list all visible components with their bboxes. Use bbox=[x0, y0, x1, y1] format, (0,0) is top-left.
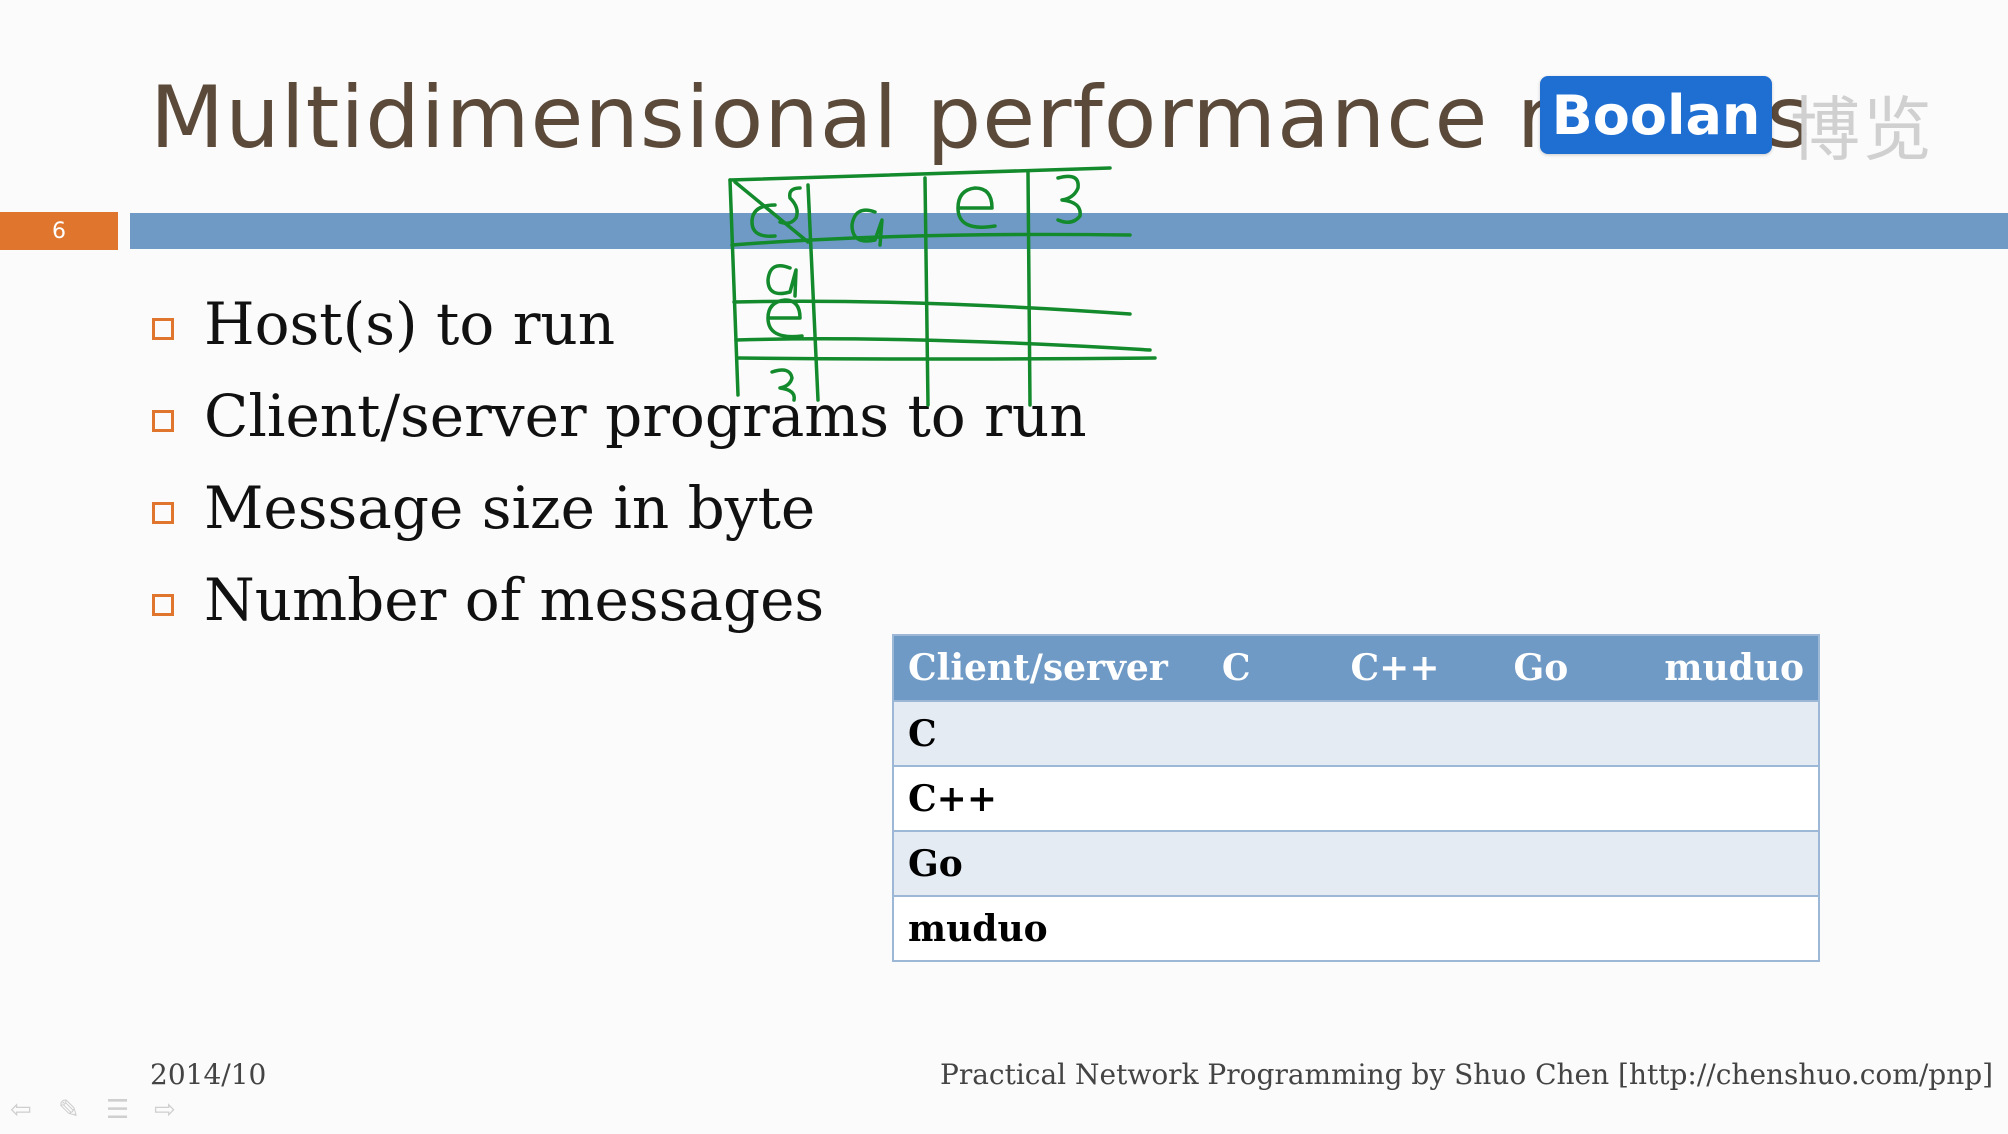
table-header-cell: C bbox=[1207, 636, 1337, 701]
bullet-square-icon bbox=[152, 318, 174, 340]
bullet-item: Message size in byte bbox=[152, 462, 1087, 554]
forward-arrow-icon[interactable]: ⇨ bbox=[154, 1097, 184, 1123]
boolan-logo: Boolan bbox=[1540, 76, 1772, 154]
table-header-cell: C++ bbox=[1336, 636, 1500, 701]
bullet-text: Host(s) to run bbox=[204, 290, 616, 358]
menu-icon[interactable]: ☰ bbox=[106, 1097, 136, 1123]
table-row: muduo bbox=[894, 895, 1818, 960]
table-row-label: C++ bbox=[894, 765, 1208, 831]
table-row-label: C bbox=[894, 700, 1208, 766]
table-header-row: Client/server C C++ Go muduo bbox=[894, 636, 1818, 701]
slide-page-number: 6 bbox=[0, 212, 118, 250]
bullet-list: Host(s) to run Client/server programs to… bbox=[152, 278, 1087, 646]
bullet-text: Client/server programs to run bbox=[204, 382, 1087, 450]
presentation-slide: Multidimensional performance results Boo… bbox=[0, 0, 2008, 1134]
results-table: Client/server C C++ Go muduo C C++ Go mu… bbox=[892, 634, 1820, 962]
table-row-label: muduo bbox=[894, 895, 1208, 960]
bullet-text: Message size in byte bbox=[204, 474, 816, 542]
table-header-cell: Client/server bbox=[894, 636, 1208, 701]
bullet-square-icon bbox=[152, 594, 174, 616]
table-header-cell: muduo bbox=[1650, 636, 1818, 701]
footer-date: 2014/10 bbox=[150, 1058, 267, 1091]
table-row: C++ bbox=[894, 765, 1818, 831]
bullet-item: Number of messages bbox=[152, 554, 1087, 646]
boolan-logo-chinese: 博览 bbox=[1790, 89, 1934, 171]
bullet-text: Number of messages bbox=[204, 566, 825, 634]
bullet-item: Host(s) to run bbox=[152, 278, 1087, 370]
back-arrow-icon[interactable]: ⇦ bbox=[10, 1097, 40, 1123]
ink-grid-stroke bbox=[728, 166, 1112, 182]
slideshow-nav: ⇦ ✎ ☰ ⇨ bbox=[10, 1097, 184, 1123]
table-header-cell: Go bbox=[1499, 636, 1651, 701]
table-row: C bbox=[894, 700, 1818, 766]
bullet-square-icon bbox=[152, 502, 174, 524]
footer-credit: Practical Network Programming by Shuo Ch… bbox=[940, 1058, 1994, 1091]
pen-icon[interactable]: ✎ bbox=[58, 1097, 88, 1123]
table-row: Go bbox=[894, 830, 1818, 896]
title-divider-bar bbox=[130, 213, 2008, 249]
table-row-label: Go bbox=[894, 830, 1208, 896]
bullet-item: Client/server programs to run bbox=[152, 370, 1087, 462]
bullet-square-icon bbox=[152, 410, 174, 432]
